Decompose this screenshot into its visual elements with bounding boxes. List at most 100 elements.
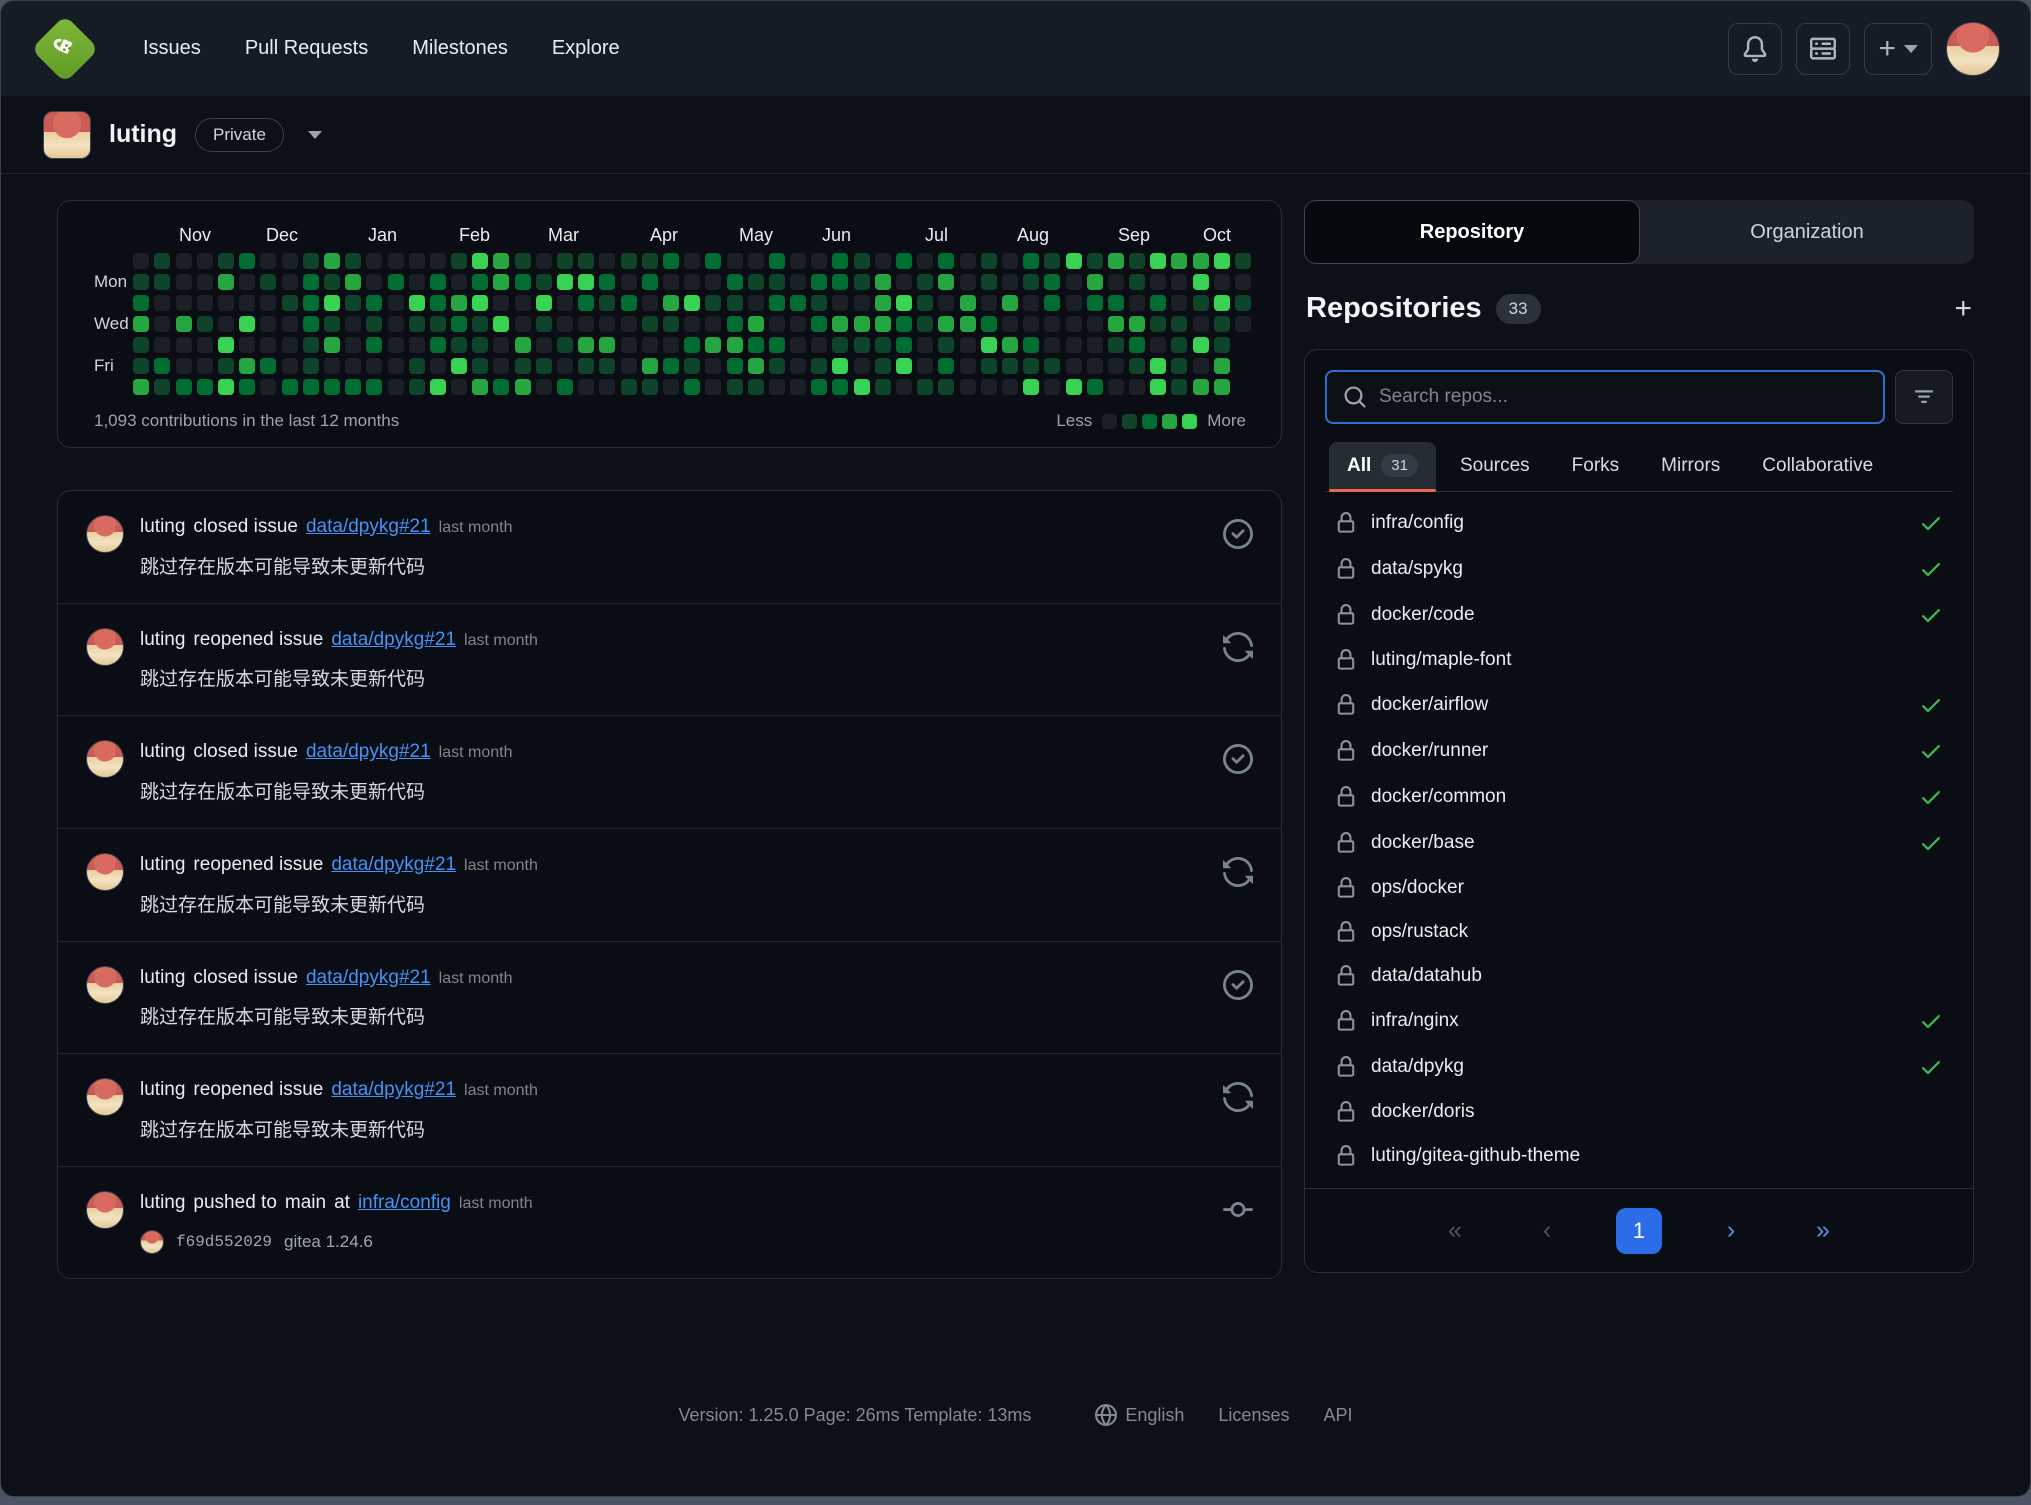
repo-row[interactable]: docker/base — [1327, 820, 1951, 866]
next-page-button[interactable]: › — [1708, 1208, 1754, 1254]
heatmap-cell — [557, 316, 573, 332]
repo-check-icon — [1919, 831, 1943, 855]
nav-link-milestones[interactable]: Milestones — [412, 37, 508, 60]
nav-link-pull-requests[interactable]: Pull Requests — [245, 37, 368, 60]
heatmap-cell — [493, 295, 509, 311]
commit-sha[interactable]: f69d552029 — [176, 1233, 272, 1251]
repo-row[interactable]: docker/code — [1327, 592, 1951, 638]
repo-row[interactable]: docker/runner — [1327, 728, 1951, 774]
heatmap-cell — [1023, 316, 1039, 332]
tab-repository[interactable]: Repository — [1304, 200, 1640, 264]
heatmap-cell — [684, 295, 700, 311]
repo-row[interactable]: luting/gitea-github-theme — [1327, 1134, 1951, 1178]
issue-link[interactable]: data/dpykg#21 — [306, 515, 431, 540]
heatmap-cell — [1214, 337, 1230, 353]
issue-link[interactable]: data/dpykg#21 — [331, 628, 456, 653]
repo-row[interactable]: data/dpykg — [1327, 1044, 1951, 1090]
heatmap-grid — [133, 253, 1251, 395]
repo-row[interactable]: data/datahub — [1327, 954, 1951, 998]
admin-panel-button[interactable] — [1796, 23, 1850, 75]
repo-name: luting/maple-font — [1371, 649, 1511, 671]
create-new-button[interactable]: + — [1864, 23, 1932, 75]
lock-icon — [1335, 965, 1357, 987]
repo-row[interactable]: data/spykg — [1327, 546, 1951, 592]
issue-link[interactable]: data/dpykg#21 — [331, 1078, 456, 1103]
heatmap-cell — [472, 316, 488, 332]
feed-entry-type-icon — [1223, 519, 1253, 549]
filter-tab-collaborative[interactable]: Collaborative — [1744, 443, 1891, 491]
footer-link-licenses[interactable]: Licenses — [1218, 1404, 1289, 1426]
heatmap-cell — [1214, 274, 1230, 290]
check-icon — [1919, 557, 1943, 581]
add-repository-button[interactable]: + — [1954, 294, 1972, 324]
lock-icon — [1335, 1056, 1357, 1078]
repo-row[interactable]: docker/common — [1327, 774, 1951, 820]
repo-search-input[interactable] — [1379, 386, 1867, 408]
filter-tab-sources[interactable]: Sources — [1442, 443, 1548, 491]
heatmap-cell — [239, 379, 255, 395]
actor-name: luting — [140, 515, 185, 540]
filter-tab-mirrors[interactable]: Mirrors — [1643, 443, 1738, 491]
footer-link-label: Licenses — [1218, 1405, 1289, 1426]
heatmap-cell — [896, 253, 912, 269]
heatmap-cell — [430, 295, 446, 311]
lock-icon — [1335, 1010, 1357, 1032]
heatmap-body: MonWedFri — [88, 253, 1251, 395]
repo-row[interactable]: ops/docker — [1327, 866, 1951, 910]
footer-link-english[interactable]: English — [1095, 1404, 1184, 1426]
repo-row[interactable]: infra/nginx — [1327, 998, 1951, 1044]
heatmap-cell — [748, 379, 764, 395]
heatmap-cell — [854, 295, 870, 311]
dashboard-context-tabs: RepositoryOrganization — [1304, 200, 1974, 264]
notifications-button[interactable] — [1728, 23, 1782, 75]
user-avatar[interactable] — [1946, 22, 2000, 76]
heatmap-cell — [727, 358, 743, 374]
heatmap-cell — [1087, 337, 1103, 353]
profile-avatar[interactable] — [43, 111, 91, 159]
profile-dropdown-icon[interactable] — [308, 131, 322, 139]
issue-link[interactable]: data/dpykg#21 — [306, 740, 431, 765]
heatmap-cell — [282, 274, 298, 290]
heatmap-cell — [218, 274, 234, 290]
actor-name: luting — [140, 628, 185, 653]
heatmap-cell — [493, 253, 509, 269]
filter-tab-forks[interactable]: Forks — [1554, 443, 1638, 491]
repo-row[interactable]: infra/config — [1327, 500, 1951, 546]
lock-icon — [1335, 832, 1357, 854]
issue-link[interactable]: data/dpykg#21 — [306, 966, 431, 991]
filter-tab-all[interactable]: All31 — [1329, 442, 1436, 491]
footer-link-api[interactable]: API — [1323, 1404, 1352, 1426]
last-page-button[interactable]: » — [1800, 1208, 1846, 1254]
lock-icon — [1335, 1056, 1357, 1078]
heatmap-cell — [981, 274, 997, 290]
nav-link-issues[interactable]: Issues — [143, 37, 201, 60]
prev-page-button[interactable]: ‹ — [1524, 1208, 1570, 1254]
heatmap-cell — [197, 337, 213, 353]
repo-row[interactable]: docker/airflow — [1327, 682, 1951, 728]
repo-filter-button[interactable] — [1895, 370, 1953, 424]
lock-icon — [1335, 921, 1357, 943]
repo-row[interactable]: luting/maple-font — [1327, 638, 1951, 682]
repo-row[interactable]: docker/doris — [1327, 1090, 1951, 1134]
page-1-button[interactable]: 1 — [1616, 1208, 1662, 1254]
feed-entry: lutingclosed issuedata/dpykg#21last mont… — [58, 716, 1281, 829]
first-page-button[interactable]: « — [1432, 1208, 1478, 1254]
repo-search-box — [1325, 370, 1885, 424]
nav-link-explore[interactable]: Explore — [552, 37, 620, 60]
heatmap-cell — [239, 274, 255, 290]
footer-links: English Licenses API — [1095, 1404, 1352, 1426]
repo-check-icon — [1919, 1009, 1943, 1033]
heatmap-cell — [938, 295, 954, 311]
repo-row[interactable]: ops/rustack — [1327, 910, 1951, 954]
issue-link[interactable]: infra/config — [358, 1191, 451, 1216]
tab-organization[interactable]: Organization — [1640, 200, 1974, 264]
heatmap-cell — [1129, 253, 1145, 269]
heatmap-cell — [599, 379, 615, 395]
issue-link[interactable]: data/dpykg#21 — [331, 853, 456, 878]
globe-icon — [1095, 1404, 1117, 1426]
gitea-logo[interactable] — [31, 15, 99, 83]
repo-check-icon — [1919, 785, 1943, 809]
heatmap-cell — [154, 379, 170, 395]
heatmap-month-label: Aug — [1017, 225, 1049, 246]
lock-icon — [1335, 512, 1357, 534]
